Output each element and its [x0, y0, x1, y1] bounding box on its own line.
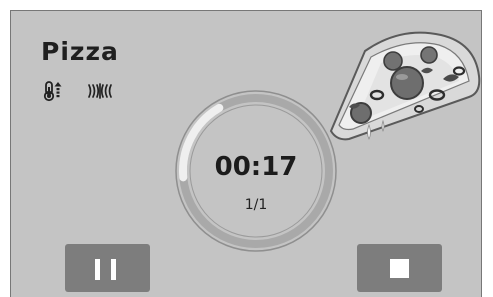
timer-display: 00:17	[214, 152, 298, 182]
step-counter: 1/1	[244, 197, 268, 213]
radiant-heat-icon	[86, 81, 114, 101]
pause-button[interactable]	[65, 244, 150, 292]
stop-icon	[390, 259, 409, 278]
recipe-title: Pizza	[41, 37, 119, 66]
stop-button[interactable]	[357, 244, 442, 292]
thermometer-up-icon	[42, 80, 64, 102]
oven-screen: Pizza 00:17 1/1	[10, 10, 482, 297]
